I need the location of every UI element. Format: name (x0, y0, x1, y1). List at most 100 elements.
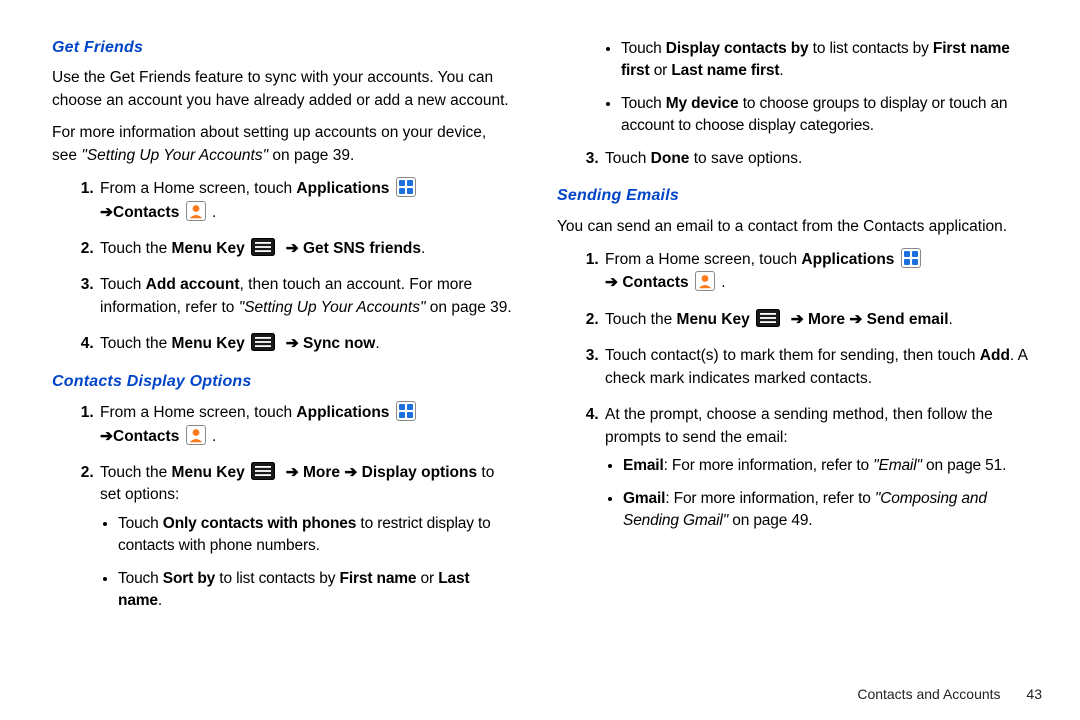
bullet: Gmail: For more information, refer to "C… (623, 488, 1042, 533)
reference: "Setting Up Your Accounts" (239, 299, 426, 316)
label-contacts: Contacts (113, 204, 179, 221)
text: or (650, 62, 672, 79)
text: Touch (118, 570, 163, 587)
step-1: From a Home screen, touch Applications ➔… (98, 177, 513, 224)
text: Touch contact(s) to mark them for sendin… (605, 347, 980, 364)
get-friends-moreinfo: For more information about setting up ac… (52, 122, 513, 167)
arrow: ➔ (286, 240, 299, 257)
sending-emails-steps: From a Home screen, touch Applications ➔… (557, 248, 1042, 533)
label-applications: Applications (296, 404, 389, 421)
text: on page 51. (922, 457, 1006, 474)
reference: "Email" (873, 457, 922, 474)
text: Touch the (100, 240, 172, 257)
applications-icon (396, 401, 416, 421)
label-done: Done (651, 150, 690, 167)
label: Only contacts with phones (163, 515, 356, 532)
text: Touch (621, 40, 666, 57)
text: Touch (605, 150, 651, 167)
text: From a Home screen, touch (605, 251, 801, 268)
label-menu-key: Menu Key (172, 240, 245, 257)
text: to list contacts by (809, 40, 933, 57)
label: Display contacts by (666, 40, 809, 57)
sending-emails-intro: You can send an email to a contact from … (557, 216, 1042, 238)
label-add: Add (980, 347, 1010, 364)
contacts-icon (695, 271, 715, 291)
arrow: ➔ (286, 464, 299, 481)
send-method-bullets: Email: For more information, refer to "E… (605, 455, 1042, 532)
text: to save options. (689, 150, 802, 167)
step-4: Touch the Menu Key ➔ Sync now. (98, 333, 513, 355)
reference: "Setting Up Your Accounts" (81, 147, 268, 164)
text: on page 39. (425, 299, 511, 316)
period: . (717, 274, 726, 291)
text: Touch the (100, 335, 172, 352)
label-gmail: Gmail (623, 490, 665, 507)
heading-sending-emails: Sending Emails (557, 184, 1042, 207)
step-2: Touch the Menu Key ➔ Get SNS friends. (98, 238, 513, 260)
step-3: Touch contact(s) to mark them for sendin… (603, 345, 1042, 390)
label-email: Email (623, 457, 664, 474)
bullet: Touch Sort by to list contacts by First … (118, 568, 513, 613)
menu-key-icon (251, 238, 275, 256)
applications-icon (396, 177, 416, 197)
bullet: Touch Display contacts by to list contac… (621, 38, 1042, 83)
bullet: Email: For more information, refer to "E… (623, 455, 1042, 477)
arrow: ➔ (286, 335, 299, 352)
text: : For more information, refer to (664, 457, 874, 474)
contacts-display-steps: From a Home screen, touch Applications ➔… (52, 401, 513, 613)
label: Sort by (163, 570, 215, 587)
text: Touch (621, 95, 666, 112)
menu-key-icon (756, 309, 780, 327)
text: or (416, 570, 438, 587)
label-send-email: Send email (867, 311, 949, 328)
label-menu-key: Menu Key (172, 464, 245, 481)
arrow: ➔ (100, 204, 113, 221)
arrow: ➔ (605, 274, 618, 291)
text: Touch (100, 276, 146, 293)
text: on page 49. (728, 512, 812, 529)
text: : For more information, refer to (665, 490, 875, 507)
contacts-display-steps-cont: Touch Done to save options. (557, 148, 1042, 170)
manual-page: Get Friends Use the Get Friends feature … (0, 0, 1080, 720)
page-footer: Contacts and Accounts 43 (857, 684, 1042, 704)
arrow: ➔ (344, 464, 357, 481)
label-contacts: Contacts (113, 428, 179, 445)
step-2: Touch the Menu Key ➔ More ➔ Display opti… (98, 462, 513, 613)
label-sync-now: Sync now (303, 335, 375, 352)
step-1: From a Home screen, touch Applications ➔… (603, 248, 1042, 295)
label-contacts: Contacts (622, 274, 688, 291)
label-more: More (808, 311, 845, 328)
label-display-options: Display options (362, 464, 477, 481)
label-applications: Applications (801, 251, 894, 268)
heading-contacts-display: Contacts Display Options (52, 370, 513, 393)
arrow: ➔ (849, 311, 862, 328)
applications-icon (901, 248, 921, 268)
display-options-bullets-cont: Touch Display contacts by to list contac… (557, 38, 1042, 138)
text: From a Home screen, touch (100, 180, 296, 197)
get-friends-intro: Use the Get Friends feature to sync with… (52, 67, 513, 112)
label: Last name first (671, 62, 779, 79)
text: From a Home screen, touch (100, 404, 296, 421)
label-get-sns: Get SNS friends (303, 240, 421, 257)
period: . (208, 204, 217, 221)
text: Touch the (605, 311, 677, 328)
step-4: At the prompt, choose a sending method, … (603, 404, 1042, 532)
contacts-icon (186, 201, 206, 221)
right-column: Touch Display contacts by to list contac… (547, 32, 1042, 710)
arrow: ➔ (791, 311, 804, 328)
contacts-icon (186, 425, 206, 445)
heading-get-friends: Get Friends (52, 36, 513, 59)
step-2: Touch the Menu Key ➔ More ➔ Send email. (603, 309, 1042, 331)
text: on page 39. (268, 147, 354, 164)
label-menu-key: Menu Key (677, 311, 750, 328)
arrow: ➔ (100, 428, 113, 445)
label: My device (666, 95, 739, 112)
text: Touch the (100, 464, 172, 481)
label: First name (340, 570, 417, 587)
footer-section: Contacts and Accounts (857, 686, 1000, 702)
bullet: Touch Only contacts with phones to restr… (118, 513, 513, 558)
text: Touch (118, 515, 163, 532)
display-options-bullets: Touch Only contacts with phones to restr… (100, 513, 513, 613)
menu-key-icon (251, 462, 275, 480)
label-menu-key: Menu Key (172, 335, 245, 352)
